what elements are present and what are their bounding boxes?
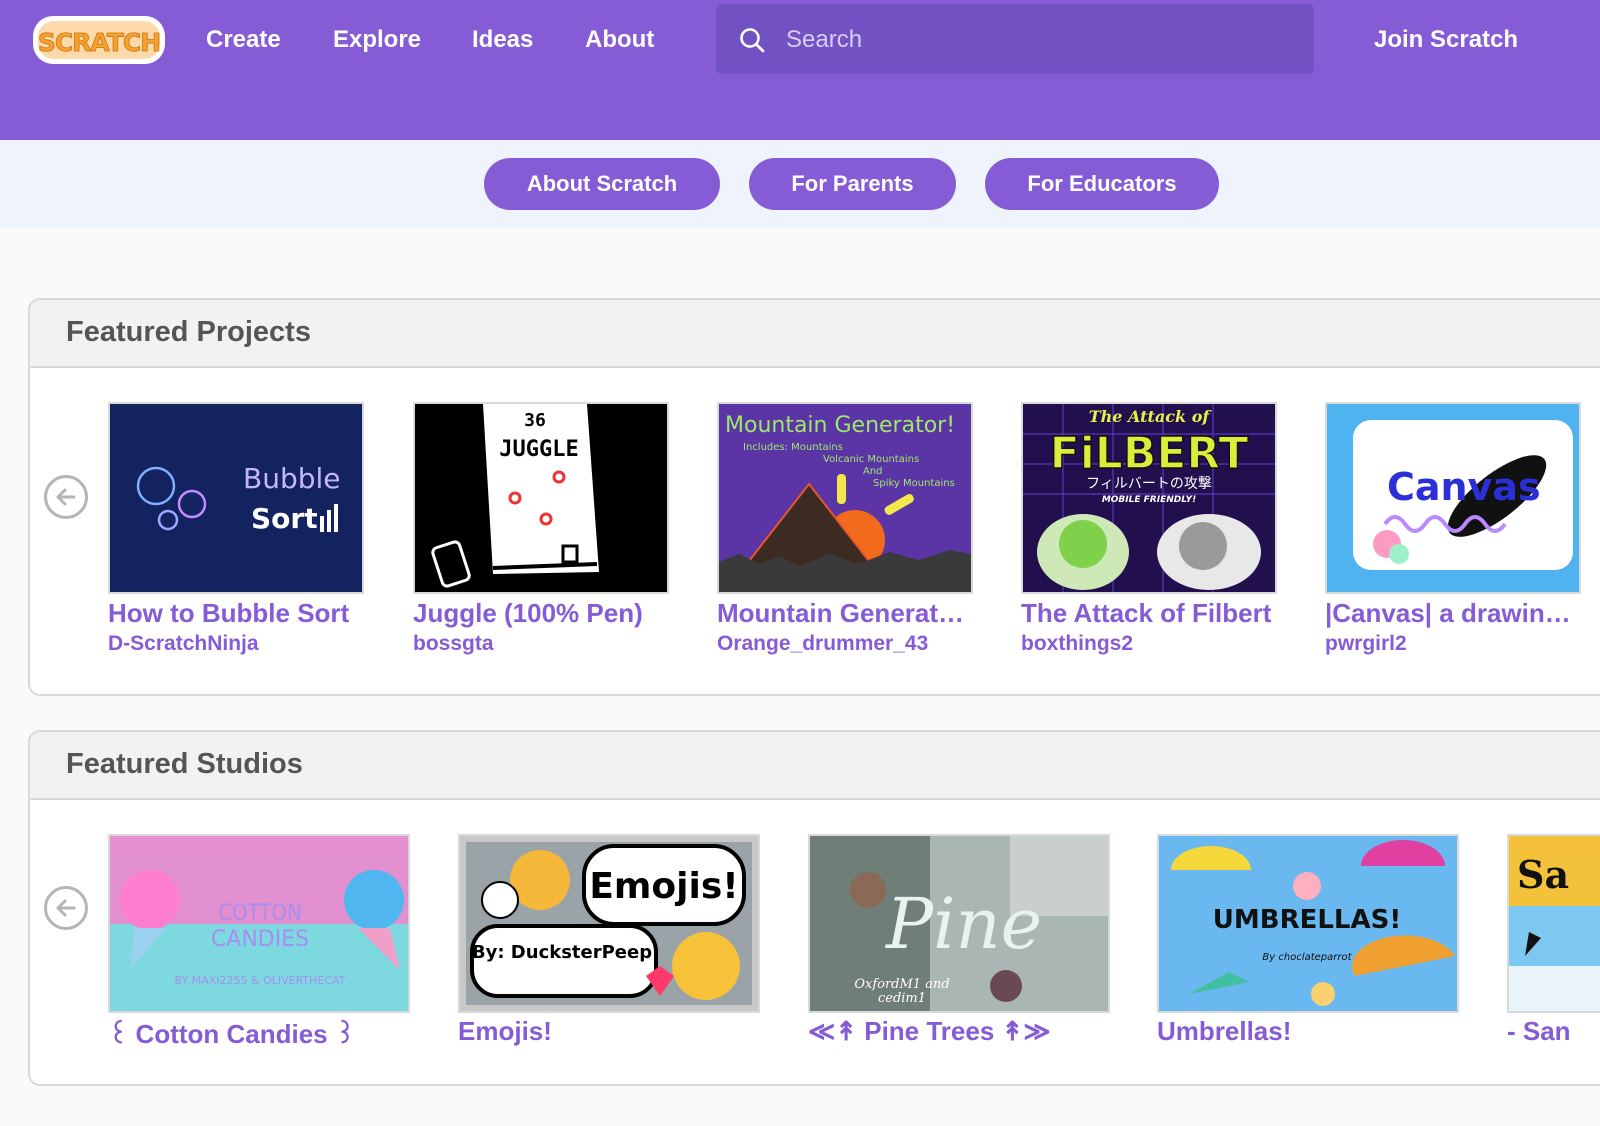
header-banner	[0, 84, 1600, 140]
studio-title[interactable]: Umbrellas!	[1157, 1016, 1457, 1047]
project-author[interactable]: boxthings2	[1021, 632, 1133, 656]
svg-text:CANDIES: CANDIES	[211, 927, 309, 952]
about-scratch-button[interactable]: About Scratch	[484, 158, 720, 210]
studio-thumbnail[interactable]: UMBRELLAS! By choclateparrot	[1157, 834, 1459, 1013]
studio-thumbnail[interactable]: Emojis! By: DucksterPeep	[458, 834, 760, 1013]
for-educators-button[interactable]: For Educators	[985, 158, 1219, 210]
umbrellas-thumbnail-art: UMBRELLAS! By choclateparrot	[1159, 836, 1457, 1011]
svg-text:COTTON: COTTON	[218, 901, 302, 926]
logo-text: SCRATCH	[38, 28, 160, 57]
project-author[interactable]: D-ScratchNinja	[108, 632, 259, 656]
svg-text:Sort: Sort	[251, 502, 318, 535]
svg-text:And: And	[863, 466, 883, 477]
studio-thumbnail[interactable]: COTTON CANDIES BY MAXI2255 & OLIVERTHECA…	[108, 834, 410, 1013]
project-title[interactable]: |Canvas| a drawin…	[1325, 598, 1573, 629]
project-title[interactable]: Juggle (100% Pen)	[413, 598, 683, 629]
svg-text:Sa: Sa	[1517, 852, 1569, 897]
svg-text:FiLBERT: FiLBERT	[1050, 428, 1249, 479]
svg-text:MOBILE FRIENDLY!: MOBILE FRIENDLY!	[1102, 495, 1196, 505]
project-title[interactable]: The Attack of Filbert	[1021, 598, 1291, 629]
emojis-thumbnail-art: Emojis! By: DucksterPeep	[460, 836, 758, 1011]
section-title: Featured Studios	[66, 748, 303, 780]
search-input[interactable]	[784, 4, 1288, 76]
bubble-sort-thumbnail-art: Bubble Sort	[110, 404, 362, 592]
svg-text:Bubble: Bubble	[243, 462, 341, 495]
pine-trees-thumbnail-art: Pine OxfordM1 and cedim1	[810, 836, 1108, 1011]
svg-text:Pine: Pine	[884, 883, 1042, 965]
nav-about[interactable]: About	[585, 24, 654, 56]
project-author[interactable]: Orange_drummer_43	[717, 632, 928, 656]
cotton-candies-thumbnail-art: COTTON CANDIES BY MAXI2255 & OLIVERTHECA…	[110, 836, 408, 1011]
arrow-left-icon	[56, 899, 76, 917]
filbert-thumbnail-art: The Attack of FiLBERT フィルバートの攻撃 MOBILE F…	[1023, 404, 1275, 592]
svg-text:OxfordM1 and: OxfordM1 and	[854, 977, 949, 992]
arrow-left-icon	[56, 488, 76, 506]
studio-title[interactable]: ≪↟ Pine Trees ↟≫	[808, 1016, 1108, 1047]
project-thumbnail[interactable]: Canvas	[1325, 402, 1581, 594]
nav-ideas[interactable]: Ideas	[472, 24, 533, 56]
svg-text:JUGGLE: JUGGLE	[499, 437, 578, 462]
svg-text:Canvas: Canvas	[1387, 465, 1541, 509]
studio-title[interactable]: Emojis!	[458, 1016, 758, 1047]
svg-text:Emojis!: Emojis!	[589, 866, 738, 907]
sand-thumbnail-art: Sa	[1509, 836, 1600, 1011]
svg-text:フィルバートの攻撃: フィルバートの攻撃	[1086, 476, 1212, 492]
juggle-thumbnail-art: 36 JUGGLE	[415, 404, 667, 592]
scratch-logo[interactable]: SCRATCH	[30, 13, 168, 67]
project-title[interactable]: Mountain Generat…	[717, 598, 967, 629]
project-thumbnail[interactable]: Mountain Generator! Includes: Mountains …	[717, 402, 973, 594]
project-author[interactable]: bossgta	[413, 632, 494, 656]
project-author[interactable]: pwrgirl2	[1325, 632, 1407, 656]
project-thumbnail[interactable]: The Attack of FiLBERT フィルバートの攻撃 MOBILE F…	[1021, 402, 1277, 594]
search-bar[interactable]	[716, 4, 1314, 76]
svg-text:UMBRELLAS!: UMBRELLAS!	[1213, 905, 1401, 935]
nav-create[interactable]: Create	[206, 24, 281, 56]
svg-text:Mountain Generator!: Mountain Generator!	[725, 413, 955, 438]
svg-text:Includes: Mountains: Includes: Mountains	[743, 442, 843, 453]
svg-text:36: 36	[524, 410, 546, 431]
join-scratch-link[interactable]: Join Scratch	[1374, 24, 1518, 56]
project-thumbnail[interactable]: Bubble Sort	[108, 402, 364, 594]
search-icon	[740, 28, 765, 53]
svg-text:By choclateparrot: By choclateparrot	[1262, 952, 1352, 963]
project-thumbnail[interactable]: 36 JUGGLE	[413, 402, 669, 594]
studio-thumbnail[interactable]: Sa	[1507, 834, 1600, 1013]
carousel-prev-button[interactable]	[44, 886, 88, 930]
svg-text:The Attack of: The Attack of	[1089, 407, 1213, 426]
studio-thumbnail[interactable]: Pine OxfordM1 and cedim1	[808, 834, 1110, 1013]
svg-text:Volcanic Mountains: Volcanic Mountains	[823, 454, 919, 465]
svg-text:Spiky Mountains: Spiky Mountains	[873, 478, 955, 489]
for-parents-button[interactable]: For Parents	[749, 158, 956, 210]
svg-text:By: DucksterPeep: By: DucksterPeep	[472, 942, 652, 963]
carousel-prev-button[interactable]	[44, 475, 88, 519]
svg-text:BY MAXI2255 & OLIVERTHECAT: BY MAXI2255 & OLIVERTHECAT	[175, 974, 346, 987]
nav-explore[interactable]: Explore	[333, 24, 421, 56]
intro-subnav: About Scratch For Parents For Educators	[0, 140, 1600, 228]
svg-text:cedim1: cedim1	[878, 991, 926, 1006]
canvas-thumbnail-art: Canvas	[1327, 404, 1579, 592]
section-title: Featured Projects	[66, 316, 311, 348]
studio-title[interactable]: ꒰ Cotton Candies ꒱	[108, 1016, 408, 1050]
mountain-generator-thumbnail-art: Mountain Generator! Includes: Mountains …	[719, 404, 971, 592]
studio-title[interactable]: - San	[1507, 1016, 1600, 1047]
project-title[interactable]: How to Bubble Sort	[108, 598, 378, 629]
